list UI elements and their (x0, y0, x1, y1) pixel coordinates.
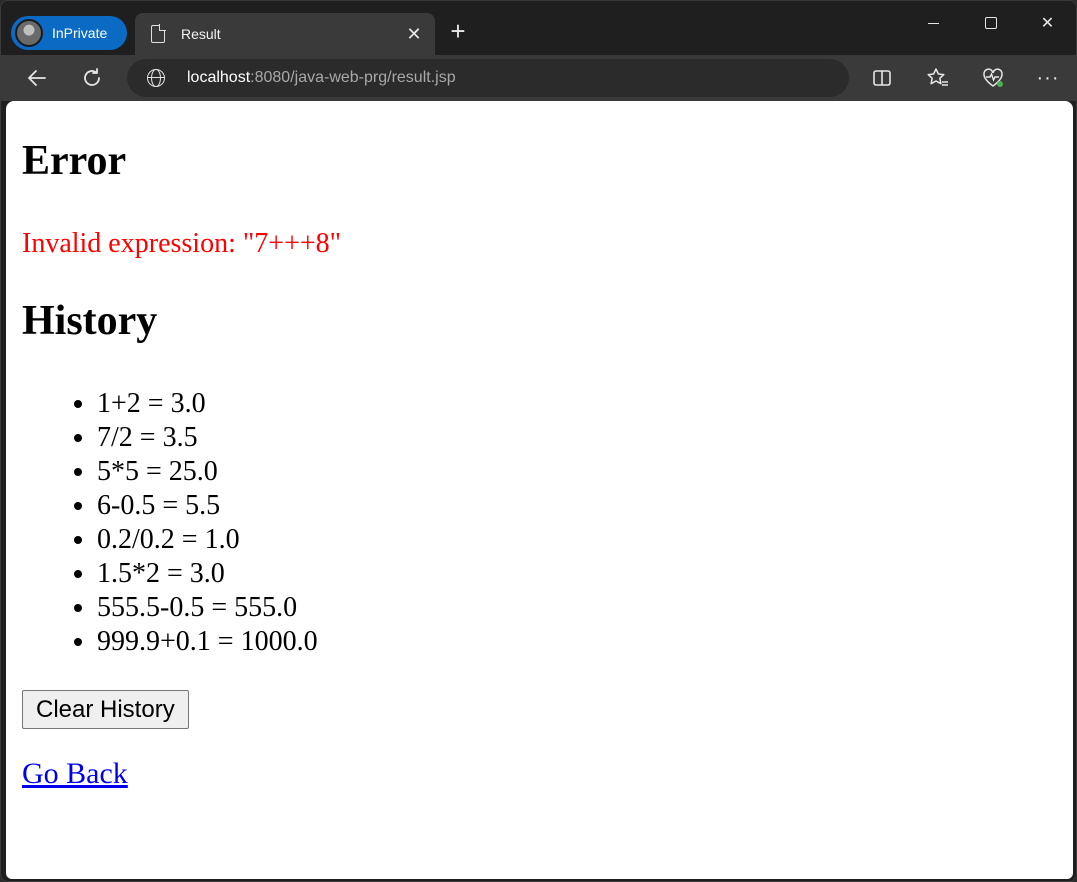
maximize-icon (984, 17, 997, 29)
split-screen-button[interactable] (869, 65, 895, 91)
close-window-button[interactable]: ✕ (1019, 1, 1076, 45)
url-text: localhost:8080/java-web-prg/result.jsp (187, 69, 456, 86)
more-options-button[interactable]: ··· (1035, 65, 1061, 91)
page-viewport: Error Invalid expression: "7+++8" Histor… (6, 101, 1073, 879)
go-back-link[interactable]: Go Back (22, 757, 128, 791)
favorites-star-icon (927, 68, 948, 86)
history-list: 1+2 = 3.0 7/2 = 3.5 5*5 = 25.0 6-0.5 = 5… (97, 387, 318, 659)
list-item: 5*5 = 25.0 (97, 455, 318, 489)
split-screen-icon (873, 70, 891, 86)
new-tab-button[interactable]: + (445, 18, 471, 45)
heart-pulse-icon (983, 68, 1003, 87)
back-button[interactable] (21, 63, 53, 93)
arrow-left-icon (28, 70, 46, 86)
minimize-button[interactable] (905, 1, 962, 45)
refresh-button[interactable] (76, 63, 108, 93)
list-item: 7/2 = 3.5 (97, 421, 318, 455)
browser-window: InPrivate Result ✕ + ✕ localhost:8080/ja… (0, 0, 1077, 882)
address-bar[interactable]: localhost:8080/java-web-prg/result.jsp (127, 59, 849, 97)
tab-result[interactable]: Result ✕ (135, 13, 435, 55)
history-heading: History (22, 298, 158, 344)
globe-icon (147, 69, 165, 87)
window-controls: ✕ (905, 1, 1076, 45)
ellipsis-icon: ··· (1036, 66, 1060, 89)
maximize-button[interactable] (962, 1, 1019, 45)
close-icon: ✕ (1040, 15, 1055, 32)
list-item: 1.5*2 = 3.0 (97, 557, 318, 591)
avatar (15, 19, 43, 47)
list-item: 555.5-0.5 = 555.0 (97, 591, 318, 625)
error-heading: Error (22, 138, 127, 184)
profile-label: InPrivate (52, 25, 108, 41)
tab-strip: InPrivate Result ✕ + ✕ (1, 1, 1076, 55)
minimize-icon (928, 22, 939, 24)
favorites-button[interactable] (925, 65, 951, 91)
list-item: 0.2/0.2 = 1.0 (97, 523, 318, 557)
browser-essentials-button[interactable] (980, 65, 1006, 91)
tab-title: Result (181, 26, 221, 42)
list-item: 6-0.5 = 5.5 (97, 489, 318, 523)
profile-button[interactable]: InPrivate (11, 16, 127, 50)
list-item: 999.9+0.1 = 1000.0 (97, 625, 318, 659)
address-toolbar: localhost:8080/java-web-prg/result.jsp ·… (1, 55, 1076, 101)
refresh-icon (84, 68, 100, 86)
close-icon[interactable]: ✕ (403, 23, 425, 45)
document-icon (151, 24, 166, 43)
list-item: 1+2 = 3.0 (97, 387, 318, 421)
clear-history-button[interactable]: Clear History (22, 690, 189, 729)
error-message: Invalid expression: "7+++8" (22, 228, 342, 259)
